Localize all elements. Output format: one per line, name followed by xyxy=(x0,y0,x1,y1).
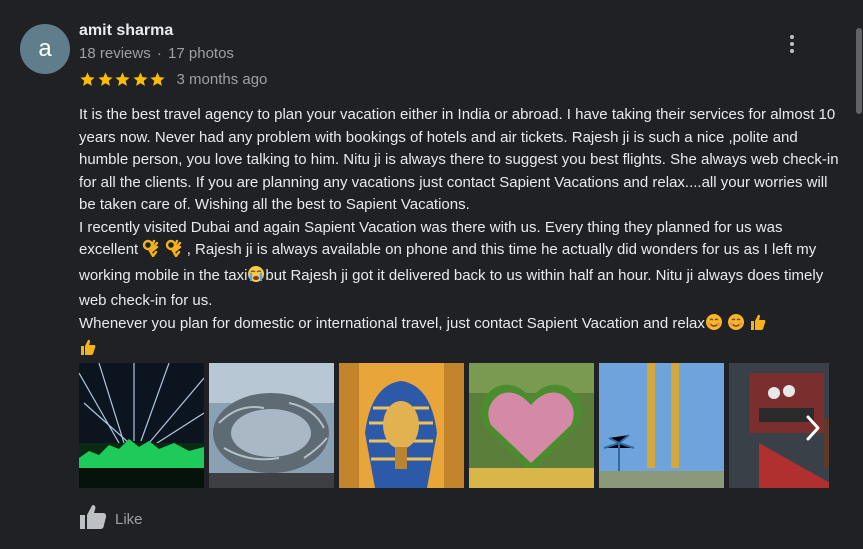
review-paragraph-3: Whenever you plan for domestic or intern… xyxy=(79,313,844,364)
thumbs-up-emoji xyxy=(749,313,767,339)
stars xyxy=(79,71,167,88)
chevron-right-icon[interactable] xyxy=(795,405,831,451)
review-time: 3 months ago xyxy=(176,71,268,88)
review-count: 18 reviews xyxy=(79,45,151,62)
avatar[interactable]: a xyxy=(20,24,70,74)
photo-strip xyxy=(79,363,829,488)
ok-hand-emoji xyxy=(142,239,160,265)
star-rating: 3 months ago xyxy=(79,71,267,88)
photo-count: 17 photos xyxy=(168,45,234,62)
review-paragraph-1: It is the best travel agency to plan you… xyxy=(79,106,843,213)
crying-face-emoji xyxy=(247,265,265,291)
reviewer-meta: 18 reviews · 17 photos xyxy=(79,45,234,62)
meta-separator: · xyxy=(156,45,162,62)
photo-pharaoh-statue[interactable] xyxy=(339,363,464,488)
ok-hand-emoji xyxy=(165,239,183,265)
star-icon xyxy=(80,72,95,86)
review-text: It is the best travel agency to plan you… xyxy=(79,104,844,364)
thumb-up-icon xyxy=(79,504,107,535)
photo-night-light-show[interactable] xyxy=(79,363,204,488)
star-icon xyxy=(115,72,130,86)
like-label: Like xyxy=(115,511,143,528)
smiling-face-emoji xyxy=(727,313,745,339)
star-icon xyxy=(132,72,148,86)
photo-dubai-frame[interactable] xyxy=(599,363,724,488)
more-vert-icon[interactable] xyxy=(780,30,804,58)
review-text-fragment: Whenever you plan for domestic or intern… xyxy=(79,314,705,332)
reviewer-name[interactable]: amit sharma xyxy=(79,22,173,40)
thumbs-up-emoji xyxy=(79,338,97,364)
photo-flower-heart[interactable] xyxy=(469,363,594,488)
like-button[interactable]: Like xyxy=(79,504,143,535)
smiling-face-emoji xyxy=(705,313,723,339)
star-icon xyxy=(150,72,165,86)
photo-museum-of-the-future[interactable] xyxy=(209,363,334,488)
review-paragraph-2: I recently visited Dubai and again Sapie… xyxy=(79,217,844,313)
scrollbar-thumb[interactable] xyxy=(856,28,862,114)
star-icon xyxy=(97,72,113,86)
